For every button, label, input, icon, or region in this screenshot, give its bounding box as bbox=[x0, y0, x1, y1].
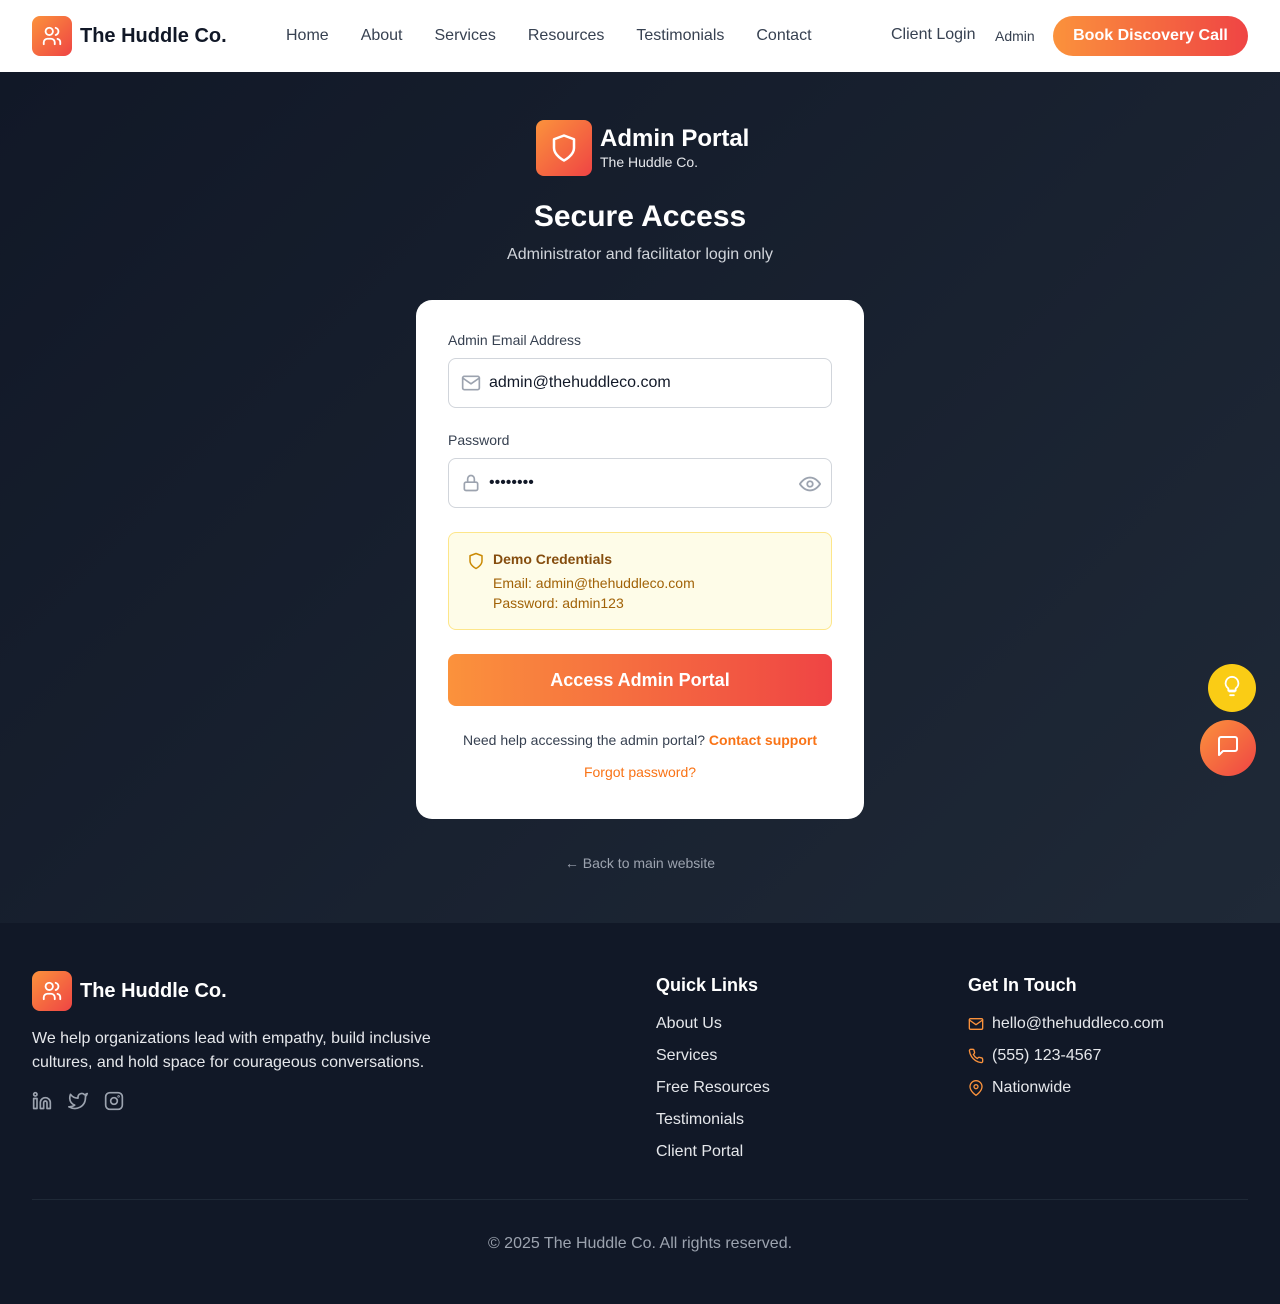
eye-icon[interactable] bbox=[799, 473, 821, 495]
copyright: © 2025 The Huddle Co. All rights reserve… bbox=[487, 1235, 793, 1252]
help-label: Need help accessing the admin portal? bbox=[462, 732, 709, 748]
email-field-wrapper bbox=[448, 358, 832, 408]
site-footer: The Huddle Co. We help organizations lea… bbox=[0, 923, 1280, 1304]
book-discovery-call-button[interactable]: Book Discovery Call bbox=[1053, 16, 1248, 56]
contact-phone-text: (555) 123-4567 bbox=[992, 1047, 1102, 1064]
map-pin-icon bbox=[969, 1080, 983, 1096]
lightbulb-button[interactable] bbox=[1208, 664, 1256, 712]
contact-email-text: hello@thehuddleco.com bbox=[992, 1015, 1164, 1032]
nav-about[interactable]: About bbox=[361, 27, 403, 45]
footer-link-services[interactable]: Services bbox=[656, 1046, 770, 1066]
client-login-link[interactable]: Client Login bbox=[891, 26, 976, 44]
portal-header: Admin Portal The Huddle Co. bbox=[536, 120, 749, 176]
footer-link-about[interactable]: About Us bbox=[656, 1014, 770, 1034]
help-text: Need help accessing the admin portal? Co… bbox=[448, 732, 832, 748]
mail-icon bbox=[968, 1018, 984, 1030]
footer-link-testimonials[interactable]: Testimonials bbox=[656, 1110, 770, 1130]
portal-subtitle: The Huddle Co. bbox=[600, 154, 699, 170]
chat-icon bbox=[1216, 734, 1240, 763]
nav-contact[interactable]: Contact bbox=[756, 27, 811, 45]
users-icon bbox=[32, 16, 72, 56]
site-header: The Huddle Co. Home About Services Resou… bbox=[0, 0, 1280, 72]
footer-link-client-portal[interactable]: Client Portal bbox=[656, 1142, 770, 1162]
shield-icon bbox=[467, 552, 485, 575]
login-card: Admin Email Address Password Demo Creden… bbox=[416, 300, 864, 819]
contact-column: Get In Touch hello@thehuddleco.com (555)… bbox=[968, 975, 1164, 1110]
main-nav: Home About Services Resources Testimonia… bbox=[286, 0, 812, 72]
portal-title: Admin Portal bbox=[600, 125, 750, 152]
contact-location: Nationwide bbox=[968, 1078, 1164, 1098]
admin-link[interactable]: Admin bbox=[995, 28, 1035, 44]
footer-link-resources[interactable]: Free Resources bbox=[656, 1078, 770, 1098]
footer-brand[interactable]: The Huddle Co. bbox=[32, 971, 227, 1011]
contact-title: Get In Touch bbox=[968, 975, 1077, 995]
nav-testimonials[interactable]: Testimonials bbox=[636, 27, 724, 45]
password-label: Password bbox=[448, 432, 510, 448]
contact-email[interactable]: hello@thehuddleco.com bbox=[968, 1014, 1164, 1034]
admin-login-section: Admin Portal The Huddle Co. Secure Acces… bbox=[0, 72, 1280, 923]
footer-description: We help organizations lead with empathy,… bbox=[32, 1030, 431, 1071]
demo-email: Email: admin@thehuddleco.com bbox=[493, 575, 695, 591]
contact-location-text: Nationwide bbox=[992, 1079, 1072, 1096]
users-icon bbox=[32, 971, 72, 1011]
lightbulb-icon bbox=[1221, 675, 1243, 702]
password-field[interactable] bbox=[449, 459, 831, 507]
brand-logo[interactable]: The Huddle Co. bbox=[32, 16, 227, 56]
page-subtitle: Administrator and facilitator login only bbox=[507, 246, 773, 263]
footer-divider bbox=[32, 1199, 1248, 1200]
lock-icon bbox=[461, 473, 481, 493]
linkedin-icon[interactable] bbox=[32, 1091, 52, 1111]
contact-phone[interactable]: (555) 123-4567 bbox=[968, 1046, 1164, 1066]
demo-password: Password: admin123 bbox=[493, 595, 624, 611]
instagram-icon[interactable] bbox=[104, 1091, 124, 1111]
shield-icon bbox=[536, 120, 592, 176]
nav-services[interactable]: Services bbox=[435, 27, 496, 45]
nav-home[interactable]: Home bbox=[286, 27, 329, 45]
password-field-wrapper bbox=[448, 458, 832, 508]
footer-brand-name: The Huddle Co. bbox=[80, 979, 227, 1002]
phone-icon bbox=[968, 1048, 984, 1064]
quick-links-column: Quick Links About Us Services Free Resou… bbox=[656, 975, 770, 1174]
demo-credentials-box: Demo Credentials Email: admin@thehuddlec… bbox=[448, 532, 832, 630]
nav-resources[interactable]: Resources bbox=[528, 27, 604, 45]
twitter-icon[interactable] bbox=[68, 1091, 88, 1111]
quick-links-title: Quick Links bbox=[656, 975, 759, 995]
email-label: Admin Email Address bbox=[448, 332, 582, 348]
email-field[interactable] bbox=[449, 359, 831, 407]
brand-name: The Huddle Co. bbox=[80, 24, 227, 47]
page-title: Secure Access bbox=[533, 200, 747, 233]
forgot-password-link[interactable]: Forgot password? bbox=[448, 764, 832, 780]
social-links bbox=[32, 1091, 124, 1111]
demo-credentials-title: Demo Credentials bbox=[493, 551, 613, 567]
mail-icon bbox=[461, 373, 481, 393]
back-to-main-link[interactable]: ← Back to main website bbox=[0, 855, 1280, 871]
access-admin-portal-button[interactable]: Access Admin Portal bbox=[448, 654, 832, 706]
chat-button[interactable] bbox=[1200, 720, 1256, 776]
contact-support-link[interactable]: Contact support bbox=[709, 732, 817, 748]
